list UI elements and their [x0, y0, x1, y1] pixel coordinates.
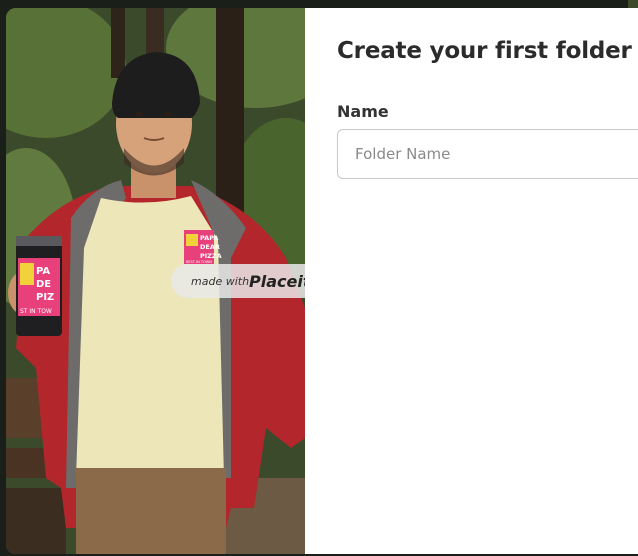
- eye: [164, 111, 172, 117]
- shirt-logo-text-1: PAPA: [200, 234, 218, 242]
- shirt-logo-text-3: PIZZA: [200, 252, 222, 260]
- tumbler-logo-text-1: PA: [36, 266, 50, 277]
- mockup-photo: PAPA DEAR PIZZA BEST IN TOWN PA DE PIZ S…: [6, 8, 305, 554]
- tumbler-logo-text-2: DE: [36, 279, 51, 290]
- background-edge: [628, 0, 638, 8]
- tumbler-logo-text-3: PIZ: [36, 292, 54, 303]
- name-label: Name: [337, 102, 389, 121]
- shirt-logo-tagline: BEST IN TOWN: [186, 260, 212, 264]
- pants: [76, 468, 226, 554]
- mockup-illustration: PAPA DEAR PIZZA BEST IN TOWN PA DE PIZ S…: [6, 8, 305, 554]
- dialog-title: Create your first folder: [337, 38, 632, 64]
- watermark-prefix: made with: [191, 275, 249, 288]
- tumbler-lid: [16, 236, 62, 246]
- tumbler-logo-pizza: [20, 263, 34, 285]
- tumbler-logo-tagline: ST IN TOW: [20, 308, 52, 315]
- folder-name-input[interactable]: [337, 129, 638, 179]
- shirt-logo-text-2: DEAR: [200, 243, 220, 251]
- watermark-brand: Placeit: [249, 272, 305, 291]
- eye: [135, 111, 143, 117]
- tree-trunk: [111, 8, 125, 78]
- folder-form: Create your first folder Name: [305, 8, 638, 554]
- shirt-logo-pizza: [186, 234, 198, 246]
- ground: [6, 488, 66, 554]
- folder-dialog: PAPA DEAR PIZZA BEST IN TOWN PA DE PIZ S…: [6, 8, 638, 554]
